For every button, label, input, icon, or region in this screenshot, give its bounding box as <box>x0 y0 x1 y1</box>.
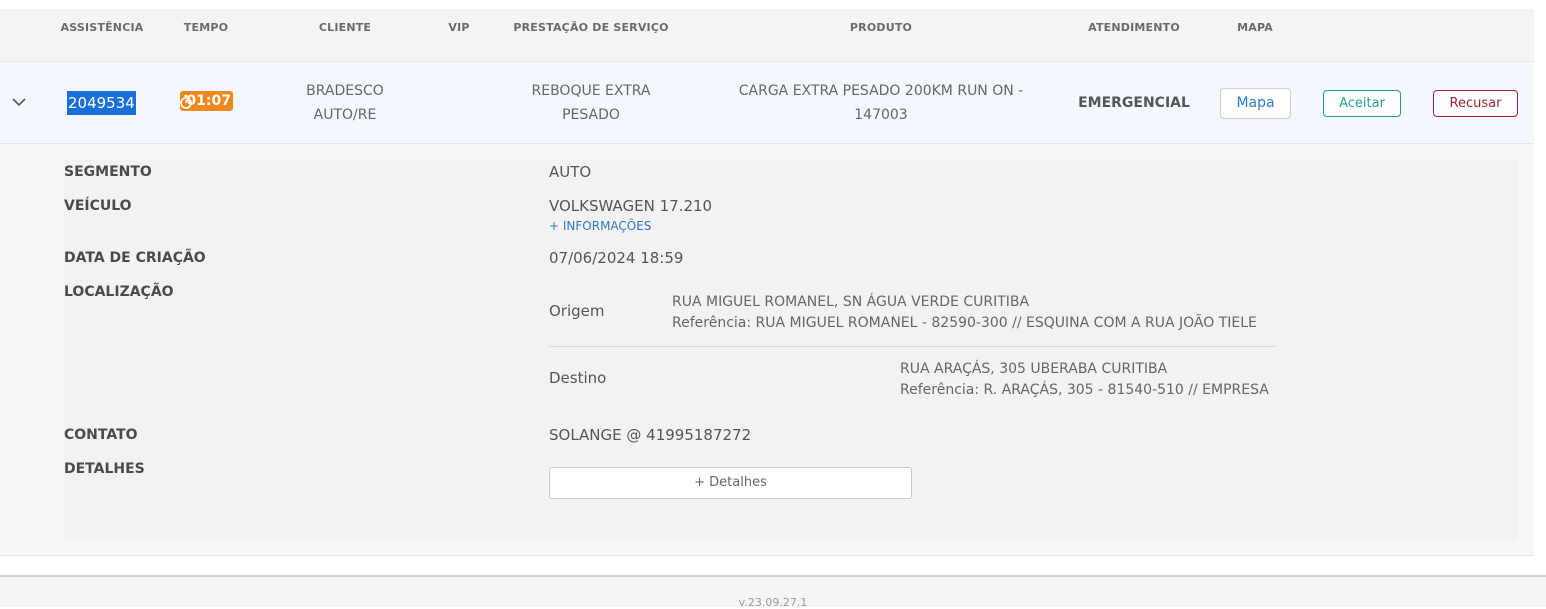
cliente-line2: AUTO/RE <box>313 107 377 123</box>
location-divider <box>549 346 1276 347</box>
origem-reference: Referência: RUA MIGUEL ROMANEL - 82590-3… <box>672 315 1257 331</box>
map-button[interactable]: Mapa <box>1220 88 1291 119</box>
accept-button[interactable]: Aceitar <box>1323 90 1401 117</box>
origem-address: RUA MIGUEL ROMANEL, SN ÁGUA VERDE CURITI… <box>672 294 1030 310</box>
prestacao-line1: REBOQUE EXTRA <box>531 83 651 99</box>
version-label: v.23.09.27.1 <box>738 596 808 609</box>
timer-value: 01:07 <box>186 93 231 109</box>
detalhes-label: DETALHES <box>64 461 145 477</box>
stopwatch-icon <box>180 95 192 109</box>
destino-address: RUA ARAÇÁS, 305 UBERABA CURITIBA <box>900 361 1168 377</box>
contato-label: CONTATO <box>64 427 138 443</box>
header-produto: PRODUTO <box>849 21 913 34</box>
cliente-line1: BRADESCO <box>306 83 384 99</box>
more-info-link[interactable]: + INFORMAÇÕES <box>549 219 651 233</box>
produto-line1: CARGA EXTRA PESADO 200KM RUN ON - <box>738 83 1024 99</box>
segmento-label: SEGMENTO <box>64 164 152 180</box>
assistance-number[interactable]: 2049534 <box>67 91 136 115</box>
veiculo-value: VOLKSWAGEN 17.210 <box>549 197 713 215</box>
header-mapa: MAPA <box>1237 21 1273 34</box>
header-atendimento: ATENDIMENTO <box>1088 21 1180 34</box>
origem-label: Origem <box>549 302 605 320</box>
atendimento-value: EMERGENCIAL <box>1078 95 1190 111</box>
header-prestacao: PRESTAÇÃO DE SERVIÇO <box>513 21 669 34</box>
chevron-down-icon[interactable] <box>11 95 27 109</box>
segmento-value: AUTO <box>549 163 592 181</box>
destino-label: Destino <box>549 369 607 387</box>
details-button[interactable]: + Detalhes <box>549 467 912 499</box>
localizacao-label: LOCALIZAÇÃO <box>64 284 174 300</box>
produto-line2: 147003 <box>854 107 908 123</box>
data-criacao-value: 07/06/2024 18:59 <box>549 249 684 267</box>
header-assistencia: ASSISTÊNCIA <box>60 21 144 34</box>
veiculo-label: VEÍCULO <box>64 198 132 214</box>
contato-value: SOLANGE @ 41995187272 <box>549 426 752 444</box>
header-vip: VIP <box>448 21 470 34</box>
header-tempo: TEMPO <box>183 21 229 34</box>
destino-reference: Referência: R. ARAÇÁS, 305 - 81540-510 /… <box>900 382 1269 398</box>
header-cliente: CLIENTE <box>318 21 372 34</box>
data-criacao-label: DATA DE CRIAÇÃO <box>64 250 206 266</box>
table-header <box>0 9 1534 62</box>
reject-button[interactable]: Recusar <box>1433 90 1518 117</box>
timer-badge: 01:07 <box>180 91 233 111</box>
prestacao-line2: PESADO <box>562 107 620 123</box>
